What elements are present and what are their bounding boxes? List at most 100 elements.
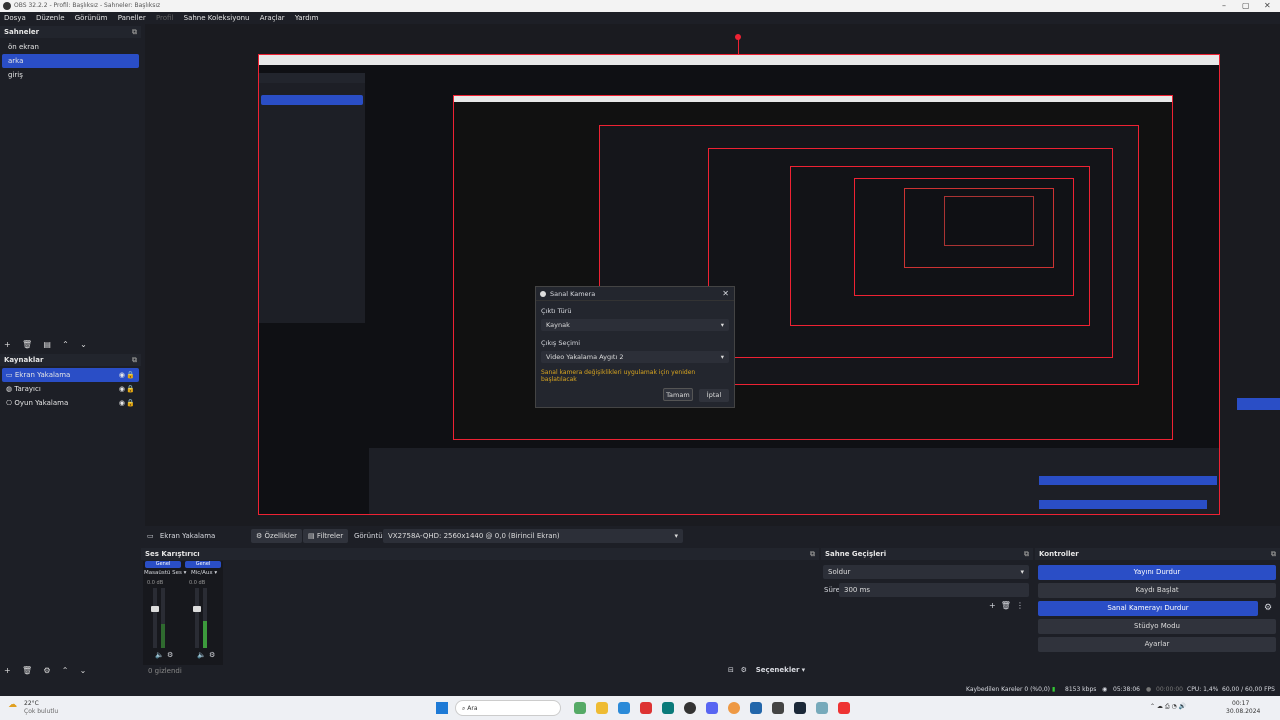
up-icon[interactable]: ⌃ [62,340,69,349]
folder-icon[interactable] [596,702,608,714]
trash-icon[interactable]: 🗑 [22,666,32,675]
discord-icon[interactable] [706,702,718,714]
transition-toolbar: + 🗑 ⋮ [989,601,1024,610]
eye-icon[interactable]: ◉ [119,382,125,396]
scenes-list: ön ekran arka giriş [0,38,141,84]
source-item-selected[interactable]: ▭ Ekran Yakalama ◉ 🔒 [2,368,139,382]
source-item[interactable]: ⎔ Oyun Yakalama ◉ 🔒 [2,396,139,410]
menu-tools[interactable]: Araçlar [260,14,285,22]
nested-titlebar [259,55,1219,65]
search-box[interactable]: ⌕ Ara [455,700,561,716]
hidden-count: 0 gizlendi [148,667,182,675]
undock-icon[interactable]: ⧉ [1024,548,1029,560]
preview-canvas[interactable] [258,54,1280,515]
eye-icon[interactable]: ◉ [119,396,125,410]
add-icon[interactable]: + [4,666,11,675]
transition-select[interactable]: Soldur ▾ [823,565,1029,579]
undock-icon[interactable]: ⧉ [810,548,815,560]
output-type-select[interactable]: Kaynak ▾ [541,319,729,331]
fps: 60,00 / 60,00 FPS [1222,686,1275,693]
volume-slider-handle[interactable] [193,606,201,612]
app-icon[interactable] [662,702,674,714]
down-icon[interactable]: ⌄ [80,666,87,675]
lock-icon[interactable]: 🔒 [126,382,135,396]
menu-view[interactable]: Görünüm [75,14,108,22]
add-icon[interactable]: + [989,601,996,610]
gear-icon[interactable]: ⚙ [43,666,50,675]
edge-icon[interactable] [618,702,630,714]
close-icon[interactable]: ✕ [722,287,729,301]
options-button[interactable]: Seçenekler [756,666,800,674]
weather-desc: Çok bulutlu [24,708,59,715]
menu-scene-collection[interactable]: Sahne Koleksiyonu [184,14,250,22]
globe-icon: ◍ [6,385,13,393]
stop-virtual-camera-button[interactable]: Sanal Kamerayı Durdur [1038,601,1258,616]
menu-profile[interactable]: Profil [156,14,173,22]
source-label: Ekran Yakalama [14,371,71,379]
properties-button[interactable]: ⚙ Özellikler [251,529,303,543]
app-icon[interactable] [750,702,762,714]
volume-meter [153,588,157,648]
undock-icon[interactable]: ⧉ [132,354,137,366]
eye-icon[interactable]: ◉ [119,368,125,382]
app-icon[interactable] [816,702,828,714]
app-icon[interactable] [838,702,850,714]
chrome-icon[interactable] [728,702,740,714]
output-select[interactable]: Video Yakalama Aygıtı 2 ▾ [541,351,729,363]
app-icon[interactable] [640,702,652,714]
layout-icon[interactable]: ⊟ [728,666,734,674]
close-icon[interactable]: ✕ [1264,0,1271,12]
sources-title: Kaynaklar [4,356,44,364]
obs-logo-icon [3,2,11,10]
live-icon: ◉ [1102,686,1108,693]
channel-name-text: Mic/Aux [191,570,213,576]
up-icon[interactable]: ⌃ [62,666,69,675]
windows-start-icon[interactable] [436,702,448,714]
maximize-icon[interactable]: ▢ [1242,0,1250,12]
transform-handle[interactable] [735,34,741,40]
trash-icon[interactable]: 🗑 [22,340,32,349]
volume-slider-handle[interactable] [151,606,159,612]
app-icon[interactable] [772,702,784,714]
start-recording-button[interactable]: Kaydı Başlat [1038,583,1276,598]
scene-item-selected[interactable]: arka [2,54,139,68]
settings-button[interactable]: Ayarlar [1038,637,1276,652]
live-time: 05:38:06 [1113,686,1140,693]
gear-icon[interactable]: ⚙ [741,666,747,674]
speaker-icon[interactable]: 🔈 [197,651,206,659]
menu-file[interactable]: Dosya [4,14,26,22]
more-icon[interactable]: ⋮ [1016,601,1024,610]
duration-input[interactable]: 300 ms [839,583,1029,597]
trash-icon[interactable]: 🗑 [1001,601,1011,610]
monitor-icon: ▭ [147,532,154,540]
gear-icon[interactable]: ⚙ [209,651,215,659]
studio-mode-button[interactable]: Stüdyo Modu [1038,619,1276,634]
menu-edit[interactable]: Düzenle [36,14,65,22]
display-select[interactable]: VX2758A-QHD: 2560x1440 @ 0,0 (Birincil E… [383,529,683,543]
speaker-icon[interactable]: 🔈 [155,651,164,659]
system-tray-icons[interactable]: ⌃ ☁ ⎙ ◔ 🔊 [1150,703,1186,711]
gamepad-icon: ⎔ [6,399,13,407]
lock-icon[interactable]: 🔒 [126,368,135,382]
filters-button[interactable]: ▤ Filtreler [303,529,349,543]
menu-docks[interactable]: Paneller [118,14,146,22]
lock-icon[interactable]: 🔒 [126,396,135,410]
steam-icon[interactable] [794,702,806,714]
gear-icon[interactable]: ⚙ [1264,603,1272,613]
undock-icon[interactable]: ⧉ [1271,548,1276,560]
app-icon[interactable] [574,702,586,714]
source-item[interactable]: ◍ Tarayıcı ◉ 🔒 [2,382,139,396]
ok-button[interactable]: Tamam [662,388,693,401]
add-icon[interactable]: + [4,340,11,349]
menu-help[interactable]: Yardım [295,14,319,22]
scene-item[interactable]: giriş [2,68,139,82]
down-icon[interactable]: ⌄ [80,340,87,349]
gear-icon[interactable]: ⚙ [167,651,173,659]
scene-item[interactable]: ön ekran [2,40,139,54]
cancel-button[interactable]: İptal [699,389,729,402]
minimize-icon[interactable]: – [1222,0,1226,12]
stop-streaming-button[interactable]: Yayını Durdur [1038,565,1276,580]
obs-icon[interactable] [684,702,696,714]
undock-icon[interactable]: ⧉ [132,26,137,38]
filter-icon[interactable]: ▤ [43,340,51,349]
